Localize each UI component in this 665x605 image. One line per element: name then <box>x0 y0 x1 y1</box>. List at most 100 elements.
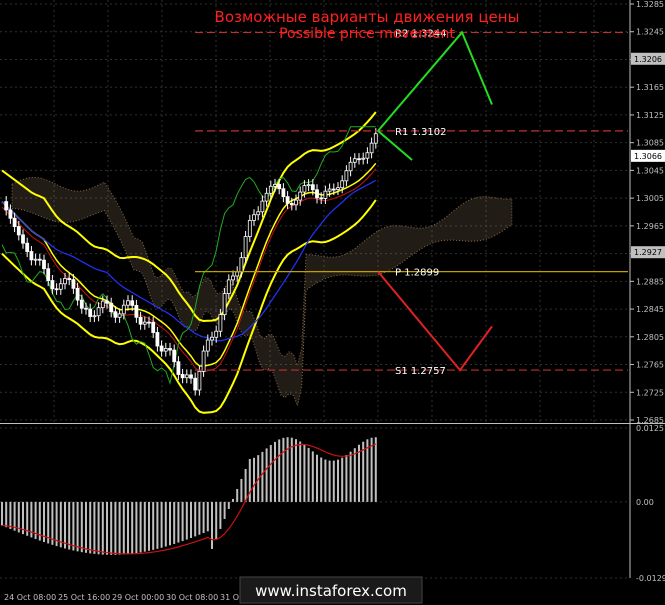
y-tick-label: 1.3125 <box>636 111 664 120</box>
macd-bar <box>59 501 62 548</box>
macd-bar <box>156 501 159 549</box>
macd-bar <box>370 437 373 502</box>
candle-bear <box>12 217 17 227</box>
macd-bar <box>68 501 71 550</box>
candle-bear <box>21 234 25 244</box>
candle-bear <box>42 259 46 270</box>
macd-bar <box>169 501 171 546</box>
macd-bar <box>110 501 113 555</box>
candle-bull <box>247 219 252 237</box>
candle-bear <box>310 184 315 191</box>
candle-bear <box>113 311 118 318</box>
x-tick-label: 24 Oct 08:00 <box>4 593 56 602</box>
macd-bar <box>261 451 264 502</box>
candle-bear <box>138 316 143 325</box>
macd-bar <box>223 501 226 519</box>
watermark-text: www.instaforex.com <box>255 582 407 600</box>
macd-bar <box>278 439 281 502</box>
macd-bar <box>143 501 146 552</box>
candle-bull <box>231 275 235 281</box>
macd-bar <box>219 501 222 529</box>
y-tick-label: 1.2805 <box>636 333 664 342</box>
candle-bear <box>134 304 139 318</box>
macd-bar <box>106 501 108 555</box>
candle-bull <box>306 184 311 187</box>
candle-bull <box>163 348 168 352</box>
candle-bear <box>25 242 30 252</box>
macd-bar <box>181 501 184 542</box>
macd-bar <box>295 439 297 502</box>
candle-bear <box>79 299 84 309</box>
candle-bear <box>357 158 361 161</box>
macd-panel: 0.01257 0.00 -0.01294 24 Oct 08:0025 Oct 1… <box>0 424 665 602</box>
x-tick-label: 29 Oct 00:00 <box>112 593 164 602</box>
macd-bar <box>173 501 176 544</box>
macd-bar <box>164 501 167 547</box>
price-axis: 1.32851.32451.32051.31651.31251.30851.30… <box>629 0 665 425</box>
y-tick-label: 1.3165 <box>636 83 664 92</box>
pivot-level-label: R1 1.3102 <box>395 127 446 138</box>
macd-bar <box>202 501 205 534</box>
macd-bar <box>324 459 327 502</box>
candle-bear <box>29 251 34 261</box>
macd-bar <box>148 501 150 551</box>
macd-bar <box>80 501 83 553</box>
macd-bar <box>311 451 314 502</box>
macd-bar <box>85 501 87 553</box>
y-tick-label: 1.2725 <box>636 388 664 397</box>
candle-bear <box>147 321 151 324</box>
chart-title: Возможные варианты движения цены <box>215 8 520 26</box>
candle-bull <box>126 300 130 306</box>
macd-bar <box>299 441 302 502</box>
y-tick-label: 1.3005 <box>636 194 664 203</box>
candle-bull <box>264 192 269 202</box>
candle-bull <box>63 278 67 285</box>
candle-bear <box>88 308 93 317</box>
candle-bear <box>130 300 135 306</box>
candle-bull <box>298 191 303 201</box>
candle-bull <box>92 315 97 318</box>
macd-bar <box>332 460 335 502</box>
macd-bar <box>248 458 251 502</box>
candle-bear <box>189 374 193 379</box>
y-tick-label: 1.3045 <box>636 166 664 175</box>
candle-bear <box>285 196 290 204</box>
candle-bull <box>294 199 298 206</box>
candle-bull <box>268 185 273 194</box>
candle-bear <box>71 279 76 289</box>
candle-bull <box>226 279 231 294</box>
price-badge-label: 1.2927 <box>634 248 662 257</box>
macd-bar <box>374 437 377 502</box>
candle-bull <box>214 330 219 338</box>
candle-bull <box>117 313 122 318</box>
macd-bar <box>316 454 318 502</box>
candle-bear <box>109 302 114 313</box>
y-tick-label: 1.3085 <box>636 139 664 148</box>
macd-bar <box>13 501 16 531</box>
candle-bear <box>180 374 185 379</box>
macd-bar <box>211 501 213 549</box>
price-badge-label: 1.3066 <box>634 152 662 161</box>
candle-bear <box>159 345 164 352</box>
candle-bear <box>50 280 55 290</box>
candle-bear <box>155 332 160 347</box>
macd-bar <box>206 501 209 532</box>
macd-bar <box>64 501 66 549</box>
forex-chart: R2 1.3244R1 1.3102P 1.2899S1 1.2757 Возм… <box>0 0 665 604</box>
macd-bar <box>358 444 360 502</box>
pivot-level-label: S1 1.2757 <box>395 366 446 377</box>
candle-bull <box>340 180 345 189</box>
candle-bull <box>210 336 214 341</box>
y-tick-label: 1.3245 <box>636 28 664 37</box>
macd-bar <box>1 501 3 526</box>
candle-bull <box>222 293 227 316</box>
candle-bull <box>121 304 126 315</box>
macd-bar <box>127 501 129 555</box>
candle-bear <box>105 300 109 304</box>
candle-bull <box>218 314 223 332</box>
y-tick-label: 1.3285 <box>636 0 664 9</box>
candle-bull <box>201 350 206 372</box>
watermark: www.instaforex.com <box>239 576 423 604</box>
macd-bar <box>122 501 125 555</box>
candle-bull <box>142 321 147 325</box>
